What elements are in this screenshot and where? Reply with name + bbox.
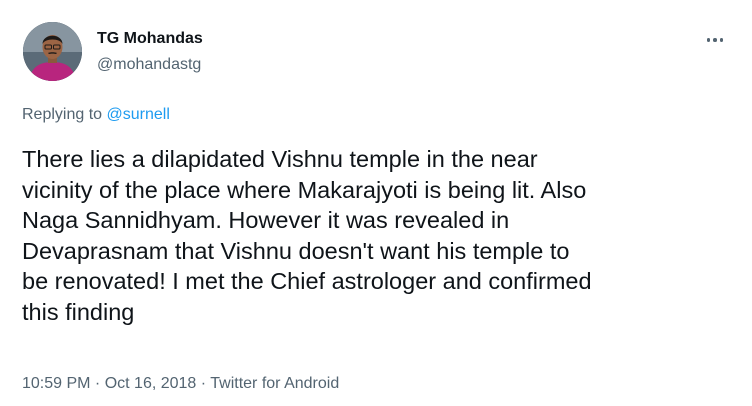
tweet-text-line: vicinity of the place where Makarajyoti … (22, 176, 587, 203)
tweet-meta: 10:59 PM · Oct 16, 2018 · Twitter for An… (22, 375, 339, 393)
replying-to-line: Replying to @surnell (22, 106, 170, 124)
tweet-text-line: be renovated! I met the Chief astrologer… (22, 268, 592, 295)
author-avatar[interactable] (23, 22, 82, 81)
tweet-text-line: Naga Sannidhyam. However it was revealed… (22, 207, 510, 234)
reply-target-link[interactable]: @surnell (107, 106, 170, 123)
replying-to-label: Replying to (22, 106, 107, 123)
author-name[interactable]: TG Mohandas (97, 30, 203, 48)
author-handle[interactable]: @mohandastg (97, 56, 201, 74)
tweet-time-link[interactable]: 10:59 PM (22, 375, 90, 392)
more-options-button[interactable] (700, 27, 730, 53)
tweet-text-line: There lies a dilapidated Vishnu temple i… (22, 146, 538, 172)
tweet-date-link[interactable]: Oct 16, 2018 (105, 375, 197, 392)
tweet-card: TG Mohandas @mohandastg Replying to @sur… (0, 0, 752, 406)
avatar-photo (23, 22, 82, 81)
more-horizontal-icon (705, 38, 725, 42)
tweet-text-line: Devaprasnam that Vishnu doesn't want his… (22, 237, 570, 264)
tweet-text: There lies a dilapidated Vishnu temple i… (22, 144, 734, 328)
tweet-source-link[interactable]: Twitter for Android (210, 375, 339, 392)
meta-separator: · (90, 375, 105, 392)
tweet-text-line: this finding (22, 298, 135, 325)
meta-separator: · (196, 375, 211, 392)
